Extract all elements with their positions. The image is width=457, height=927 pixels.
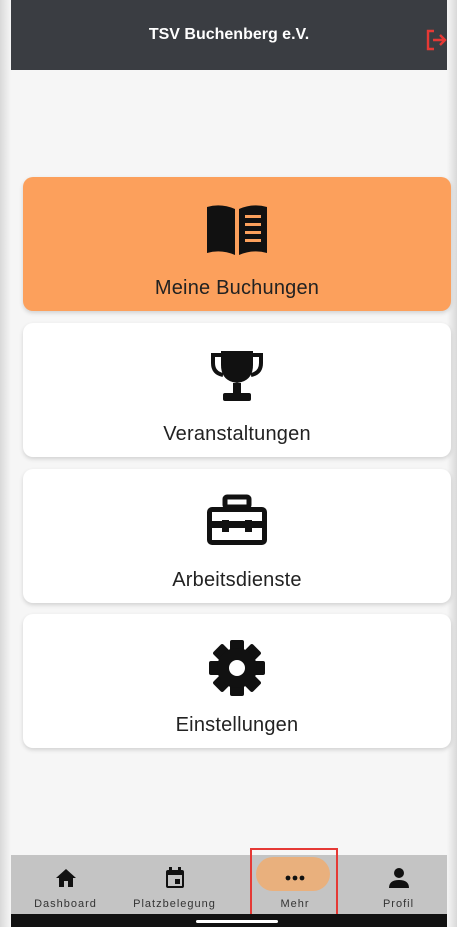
frame-edge-left (0, 0, 11, 927)
bottom-navigation: Dashboard Platzbelegung Mehr Profil (11, 855, 447, 915)
home-icon (55, 867, 77, 889)
trophy-icon (23, 347, 451, 407)
nav-platzbelegung[interactable]: Platzbelegung (120, 855, 229, 915)
home-indicator[interactable] (196, 920, 278, 923)
menu-card-label: Einstellungen (175, 714, 299, 736)
menu-card-label: Veranstaltungen (163, 423, 311, 445)
frame-edge-right (447, 0, 457, 927)
app-screen: TSV Buchenberg e.V. Meine Buchungen Vera… (0, 0, 457, 927)
nav-label: Platzbelegung (133, 898, 216, 910)
menu-card-einstellungen[interactable]: Einstellungen (23, 614, 451, 748)
person-icon (388, 867, 409, 889)
selection-highlight (250, 848, 338, 917)
toolbox-icon (23, 493, 451, 553)
nav-label: Profil (382, 898, 415, 910)
app-bar: TSV Buchenberg e.V. (11, 0, 447, 70)
menu-card-arbeitsdienste[interactable]: Arbeitsdienste (23, 469, 451, 603)
menu-card-label: Arbeitsdienste (172, 569, 302, 591)
book-icon (23, 201, 451, 261)
calendar-icon (165, 867, 185, 889)
menu-card-veranstaltungen[interactable]: Veranstaltungen (23, 323, 451, 457)
nav-dashboard[interactable]: Dashboard (11, 855, 120, 915)
nav-profil[interactable]: Profil (350, 855, 447, 915)
app-title: TSV Buchenberg e.V. (148, 26, 310, 43)
menu-card-meine-buchungen[interactable]: Meine Buchungen (23, 177, 451, 311)
nav-label: Dashboard (34, 898, 97, 910)
menu-card-label: Meine Buchungen (154, 277, 320, 299)
gear-icon (23, 638, 451, 698)
logout-icon[interactable] (425, 28, 447, 52)
